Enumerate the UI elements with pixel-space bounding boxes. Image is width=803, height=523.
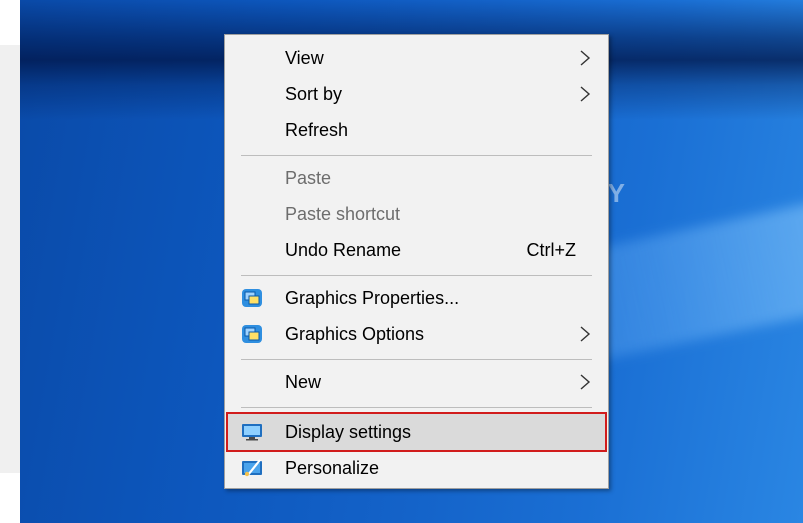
menu-separator (241, 275, 592, 276)
monitor-icon (242, 424, 262, 441)
menu-item-paste-shortcut: Paste shortcut (227, 197, 606, 231)
menu-item-graphics-properties[interactable]: Graphics Properties... (227, 281, 606, 315)
menu-item-display-settings[interactable]: Display settings (226, 412, 607, 452)
menu-item-label: Graphics Options (285, 323, 425, 344)
menu-item-shortcut: Ctrl+Z (526, 239, 577, 260)
menu-item-label: Paste shortcut (285, 203, 401, 224)
menu-item-sort-by[interactable]: Sort by (227, 77, 606, 111)
menu-item-paste: Paste (227, 161, 606, 195)
menu-item-graphics-options[interactable]: Graphics Options (227, 317, 606, 351)
menu-item-label: Sort by (285, 83, 343, 104)
menu-item-label: Graphics Properties... (285, 287, 460, 308)
menu-separator (241, 359, 592, 360)
menu-item-label: View (285, 47, 324, 68)
intel-graphics-icon (242, 289, 262, 307)
desktop-context-menu: View Sort by Refresh Paste Paste shortcu… (224, 34, 609, 489)
menu-item-undo-rename[interactable]: Undo Rename Ctrl+Z (227, 233, 606, 267)
chevron-right-icon (580, 326, 591, 342)
menu-separator (241, 407, 592, 408)
menu-item-view[interactable]: View (227, 41, 606, 75)
chevron-right-icon (580, 86, 591, 102)
menu-item-refresh[interactable]: Refresh (227, 113, 606, 147)
menu-item-label: New (285, 371, 322, 392)
menu-item-label: Refresh (285, 119, 349, 140)
chevron-right-icon (580, 50, 591, 66)
menu-item-label: Personalize (285, 457, 380, 478)
intel-graphics-icon (242, 325, 262, 343)
menu-separator (241, 155, 592, 156)
personalize-icon (242, 459, 262, 477)
chevron-right-icon (580, 374, 591, 390)
menu-item-label: Paste (285, 167, 332, 188)
menu-item-label: Display settings (285, 421, 412, 442)
menu-item-new[interactable]: New (227, 365, 606, 399)
menu-item-label: Undo Rename (285, 239, 402, 260)
menu-item-personalize[interactable]: Personalize (227, 451, 606, 485)
